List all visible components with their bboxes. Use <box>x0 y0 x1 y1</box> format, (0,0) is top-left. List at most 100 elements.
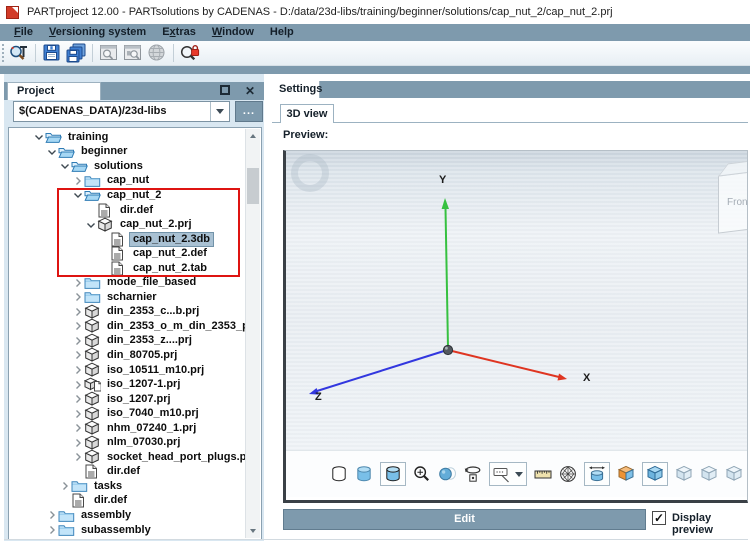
chevron-right-icon[interactable] <box>73 438 84 448</box>
chevron-down-icon[interactable] <box>86 220 97 230</box>
tree-item-cap-nut-2-prj[interactable]: cap_nut_2.prj <box>9 217 245 232</box>
cylinder-solid-outline-icon[interactable] <box>379 462 406 486</box>
chevron-right-icon[interactable] <box>73 336 84 346</box>
tree-item-cap-nut-2[interactable]: cap_nut_2 <box>9 188 245 203</box>
tree-item-cap-nut-2-tab[interactable]: cap_nut_2.tab <box>9 261 245 276</box>
tree-item-subassembly[interactable]: subassembly <box>9 523 245 538</box>
chevron-right-icon[interactable] <box>73 278 84 288</box>
cylinder-solid-icon[interactable] <box>355 462 373 486</box>
tab-3d-view[interactable]: 3D view <box>280 104 334 123</box>
chevron-down-icon[interactable] <box>34 132 45 142</box>
menu-item-extras[interactable]: Extras <box>154 24 204 41</box>
edit-button[interactable]: Edit <box>283 509 646 530</box>
float-panel-icon[interactable] <box>220 85 230 95</box>
tree-item-din-80705-prj[interactable]: din_80705.prj <box>9 348 245 363</box>
cube-view-2-icon[interactable] <box>700 462 718 486</box>
web-globe-icon[interactable] <box>146 42 168 64</box>
chevron-right-icon[interactable] <box>73 409 84 419</box>
chevron-right-icon[interactable] <box>73 321 84 331</box>
chevron-down-icon[interactable] <box>47 147 58 157</box>
tree-item-iso-7040-m10-prj[interactable]: iso_7040_m10.prj <box>9 406 245 421</box>
tree-item-nlm-07030-prj[interactable]: nlm_07030.prj <box>9 435 245 450</box>
tree-item-beginner[interactable]: beginner <box>9 145 245 160</box>
chevron-right-icon[interactable] <box>73 423 84 433</box>
tree-scrollbar[interactable] <box>245 129 260 538</box>
scrollbar-thumb[interactable] <box>247 168 259 204</box>
cube-view-3-icon[interactable] <box>725 462 743 486</box>
scene-3d[interactable]: Y X Z Front <box>286 151 747 450</box>
save-all-icon[interactable] <box>65 42 87 64</box>
tree-item-iso-1207-prj[interactable]: iso_1207.prj <box>9 391 245 407</box>
chevron-right-icon[interactable] <box>60 481 71 491</box>
scroll-down-button[interactable] <box>246 524 260 538</box>
data-path-combobox[interactable]: $(CADENAS_DATA)/23d-libs <box>13 101 230 122</box>
menu-item-versioning-system[interactable]: Versioning system <box>41 24 154 41</box>
chevron-right-icon[interactable] <box>73 394 84 404</box>
chevron-right-icon[interactable] <box>73 452 84 462</box>
tree-item-dir-def[interactable]: dir.def <box>9 493 245 509</box>
chevron-right-icon[interactable] <box>73 292 84 302</box>
close-panel-icon[interactable]: ✕ <box>242 82 258 100</box>
tree-item-cap-nut-2-def[interactable]: cap_nut_2.def <box>9 246 245 261</box>
chevron-right-icon[interactable] <box>73 365 84 375</box>
tree-item-label: scharnier <box>107 290 157 303</box>
cube-iso-icon[interactable] <box>641 462 668 486</box>
scroll-up-button[interactable] <box>246 129 260 143</box>
tab-project-selection[interactable]: Project selection <box>7 82 101 114</box>
chevron-right-icon[interactable] <box>73 350 84 360</box>
orientation-cube[interactable]: Front <box>718 158 747 234</box>
tree-item-dir-def[interactable]: dir.def <box>9 203 245 218</box>
combobox-dropdown-button[interactable] <box>210 102 229 121</box>
chevron-right-icon[interactable] <box>47 525 58 535</box>
chevron-right-icon[interactable] <box>73 307 84 317</box>
sphere-render-icon[interactable] <box>438 462 457 486</box>
search-lock-icon[interactable] <box>179 42 201 64</box>
tree-item-solutions[interactable]: solutions <box>9 159 245 174</box>
tree-item-tasks[interactable]: tasks <box>9 479 245 494</box>
tree-item-mode-file-based[interactable]: mode_file_based <box>9 275 245 290</box>
menu-item-window[interactable]: Window <box>204 24 262 41</box>
zoom-icon[interactable] <box>413 462 431 486</box>
chevron-right-icon[interactable] <box>73 380 84 390</box>
tree-item-training[interactable]: training <box>9 130 245 145</box>
tree-item-din-2353-z-prj[interactable]: din_2353_z....prj <box>9 333 245 349</box>
section-box-icon[interactable] <box>617 462 635 486</box>
tab-settings[interactable]: Settings <box>272 81 322 98</box>
tree-item-iso-1207-1-prj[interactable]: iso_1207-1.prj <box>9 377 245 392</box>
display-preview-checkbox[interactable]: ✓ <box>652 511 666 525</box>
tree-item-cap-nut-2-3db[interactable]: cap_nut_2.3db <box>9 231 245 247</box>
tree-item-din-2353-o-m-din-2353-p-r-[interactable]: din_2353_o_m_din_2353_p_r... <box>9 319 245 334</box>
tree-item-scharnier[interactable]: scharnier <box>9 290 245 305</box>
tree-item-cap-nut[interactable]: cap_nut <box>9 174 245 189</box>
tree-item-socket-head-port-plugs-prj[interactable]: socket_head_port_plugs.prj <box>9 449 245 465</box>
chevron-down-icon[interactable] <box>60 161 71 171</box>
chevron-placeholder <box>99 263 110 273</box>
tree-item-dir-def[interactable]: dir.def <box>9 464 245 480</box>
cube-view-1-icon[interactable] <box>675 462 693 486</box>
toolbar-grip[interactable] <box>2 44 7 62</box>
preview-window-alt-icon[interactable] <box>122 42 144 64</box>
mesh-sphere-icon[interactable] <box>559 462 577 486</box>
tree-item-din-2353-c-b-prj[interactable]: din_2353_c...b.prj <box>9 304 245 320</box>
menu-item-help[interactable]: Help <box>262 24 302 41</box>
search-project-icon[interactable] <box>8 42 30 64</box>
tree-item-nhm-07240-1-prj[interactable]: nhm_07240_1.prj <box>9 420 245 436</box>
file-icon <box>84 464 101 479</box>
chevron-down-icon[interactable] <box>73 190 84 200</box>
preview-3d-viewport[interactable]: Y X Z Front <box>283 150 748 503</box>
chevron-right-icon[interactable] <box>73 176 84 186</box>
menu-item-file[interactable]: File <box>6 24 41 41</box>
chevron-right-icon[interactable] <box>47 510 58 520</box>
cylinder-dimension-icon[interactable] <box>583 462 610 486</box>
tree-item-label: iso_7040_m10.prj <box>107 407 199 420</box>
ruler-icon[interactable] <box>534 462 552 486</box>
dimension-dropdown-icon[interactable] <box>488 462 527 486</box>
preview-window-icon[interactable] <box>98 42 120 64</box>
tree-item-iso-10511-m10-prj[interactable]: iso_10511_m10.prj <box>9 362 245 378</box>
rotate-view-icon[interactable] <box>464 462 482 486</box>
save-icon[interactable] <box>41 42 63 64</box>
browse-button[interactable]: ... <box>235 101 263 122</box>
tree-item-assembly[interactable]: assembly <box>9 508 245 523</box>
title-bar: PARTproject 12.00 - PARTsolutions by CAD… <box>0 0 750 24</box>
cylinder-wireframe-icon[interactable] <box>330 462 348 486</box>
